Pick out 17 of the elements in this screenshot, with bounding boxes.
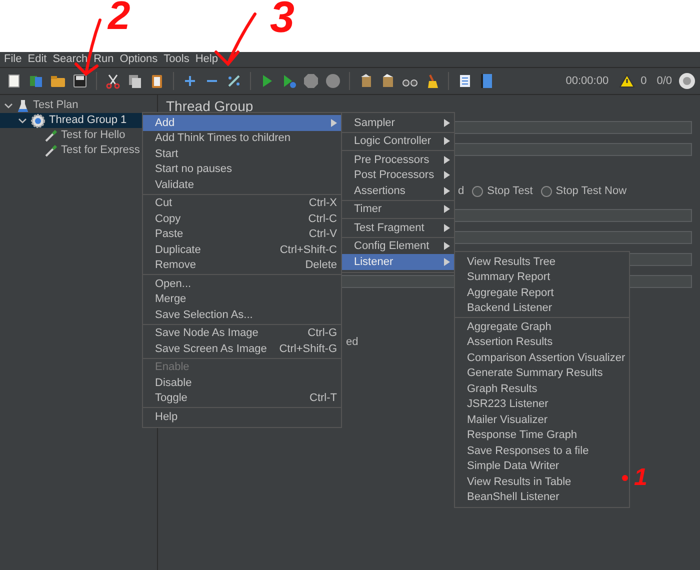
panel-title: Thread Group xyxy=(165,97,254,112)
shortcut-text: Ctrl+Shift-C xyxy=(280,242,337,258)
shortcut-text: Ctrl+Shift-G xyxy=(279,342,337,356)
text-fragment: ed xyxy=(346,336,358,348)
timer-text: 00:00:00 xyxy=(566,74,609,89)
shortcut-text: Ctrl-C xyxy=(308,212,337,226)
shortcut-text: Delete xyxy=(305,258,337,273)
annotation-number: 3 xyxy=(270,0,294,40)
annotation-number: 2 xyxy=(108,0,130,36)
shortcut-text: Ctrl-G xyxy=(308,326,337,341)
annotation-number: 1 xyxy=(634,466,648,490)
radio-label-fragment: d xyxy=(458,184,464,199)
shortcut-text: Ctrl-T xyxy=(310,391,337,406)
shortcut-text: Ctrl-V xyxy=(308,227,337,242)
warning-count: 0 xyxy=(640,74,647,89)
thread-count: 0/0 xyxy=(656,74,672,89)
shortcut-text: Ctrl-X xyxy=(308,196,337,211)
